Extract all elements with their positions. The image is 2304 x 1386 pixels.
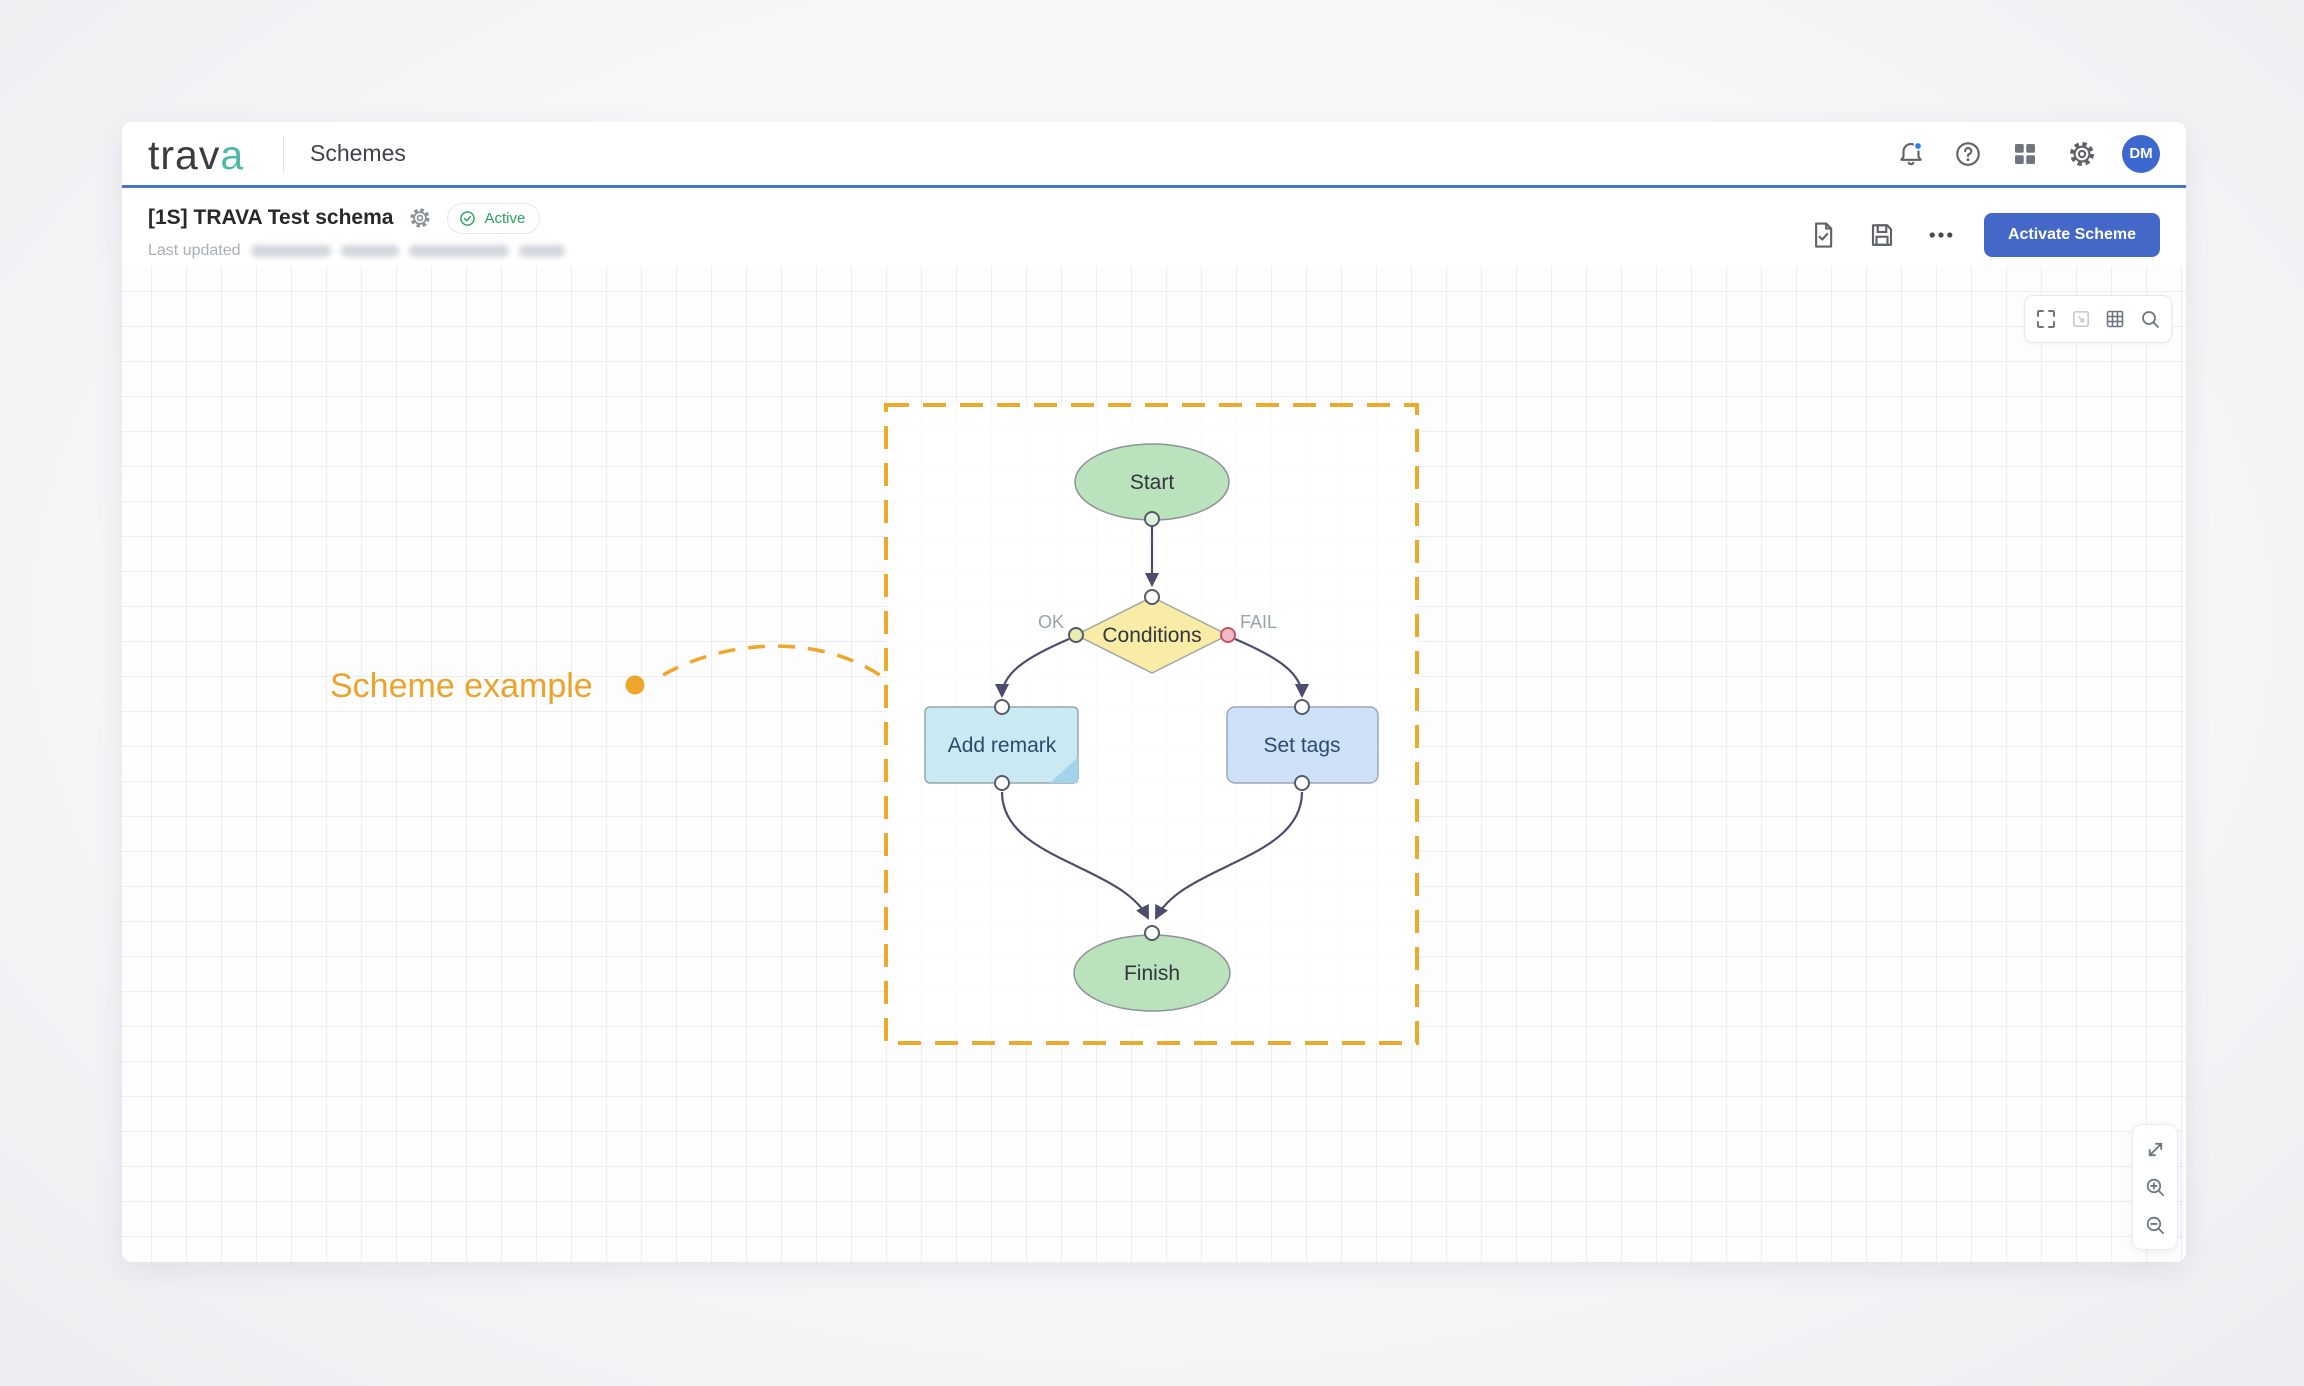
node-finish-label: Finish xyxy=(1124,962,1180,985)
fit-view-icon xyxy=(2069,307,2093,331)
apps-button[interactable] xyxy=(2008,137,2042,171)
settings-button[interactable] xyxy=(2065,137,2099,171)
more-options-button[interactable] xyxy=(1925,219,1957,251)
canvas-toolbar xyxy=(2024,295,2172,343)
fit-view-button[interactable] xyxy=(2068,306,2094,332)
zoom-in-icon xyxy=(2143,1175,2168,1200)
node-start-label: Start xyxy=(1130,471,1175,494)
search-button[interactable] xyxy=(2137,306,2163,332)
expand-button[interactable] xyxy=(2141,1135,2169,1163)
toggle-grid-button[interactable] xyxy=(2102,306,2128,332)
edge-label-fail: FAIL xyxy=(1240,612,1277,632)
port-add-remark-bottom[interactable] xyxy=(995,776,1009,790)
scheme-header: [1S] TRAVA Test schema Active xyxy=(122,188,2186,266)
last-updated-label: Last updated xyxy=(148,242,241,260)
activate-scheme-button[interactable]: Activate Scheme xyxy=(1984,213,2160,257)
notifications-button[interactable] xyxy=(1894,137,1928,171)
help-icon xyxy=(1953,139,1983,169)
gear-icon xyxy=(408,206,432,230)
redacted-username xyxy=(409,245,509,257)
redacted-timestamp xyxy=(251,245,331,257)
node-set-tags-label: Set tags xyxy=(1263,734,1340,757)
zoom-in-button[interactable] xyxy=(2141,1173,2169,1201)
trava-logo[interactable]: trava xyxy=(148,132,244,179)
bell-icon xyxy=(1896,139,1926,169)
scheme-info: [1S] TRAVA Test schema Active xyxy=(148,202,565,260)
apps-grid-icon xyxy=(2010,139,2040,169)
save-icon xyxy=(1867,220,1897,250)
edge-label-ok: OK xyxy=(1038,612,1064,632)
node-set-tags[interactable]: Set tags xyxy=(1227,707,1378,783)
logo-accent-letter: a xyxy=(220,132,244,178)
check-circle-icon xyxy=(458,209,477,228)
help-button[interactable] xyxy=(1951,137,1985,171)
zoom-panel xyxy=(2132,1124,2178,1250)
expand-icon xyxy=(2143,1137,2168,1162)
status-badge-label: Active xyxy=(484,210,525,227)
node-start[interactable]: Start xyxy=(1075,444,1229,520)
node-conditions-label: Conditions xyxy=(1102,624,1201,647)
fullscreen-button[interactable] xyxy=(2033,306,2059,332)
status-badge: Active xyxy=(447,203,540,234)
port-conditions-ok[interactable] xyxy=(1069,628,1083,642)
port-start-bottom[interactable] xyxy=(1145,512,1159,526)
document-check-icon xyxy=(1808,220,1838,250)
port-conditions-fail[interactable] xyxy=(1221,628,1235,642)
scheme-canvas[interactable]: Start Conditions OK FAIL Add remark Set … xyxy=(122,266,2186,1262)
scheme-actions: Activate Scheme xyxy=(1807,213,2160,257)
last-updated-row: Last updated xyxy=(148,242,565,260)
top-bar: trava Schemes xyxy=(122,122,2186,188)
page-title: Schemes xyxy=(310,140,406,167)
scheme-settings-button[interactable] xyxy=(407,205,433,231)
flowchart: Start Conditions OK FAIL Add remark Set … xyxy=(122,266,2186,1262)
port-set-tags-top[interactable] xyxy=(1295,700,1309,714)
validate-scheme-button[interactable] xyxy=(1807,219,1839,251)
annotation-text: Scheme example xyxy=(330,667,593,705)
notification-dot xyxy=(1914,142,1922,150)
divider xyxy=(283,136,284,174)
annotation-dot xyxy=(626,676,645,695)
topbar-actions: DM xyxy=(1894,122,2160,185)
annotation-scheme-example: Scheme example xyxy=(330,646,884,705)
port-conditions-top[interactable] xyxy=(1145,590,1159,604)
user-avatar[interactable]: DM xyxy=(2122,135,2160,173)
fullscreen-icon xyxy=(2034,307,2058,331)
port-set-tags-bottom[interactable] xyxy=(1295,776,1309,790)
node-add-remark-label: Add remark xyxy=(948,734,1057,757)
logo-text: trav xyxy=(148,132,220,178)
app-window: trava Schemes xyxy=(122,122,2186,1262)
node-add-remark[interactable]: Add remark xyxy=(925,707,1078,783)
ellipsis-icon xyxy=(1926,220,1956,250)
port-add-remark-top[interactable] xyxy=(995,700,1009,714)
zoom-out-button[interactable] xyxy=(2141,1211,2169,1239)
redacted-text xyxy=(341,245,399,257)
search-icon xyxy=(2138,307,2162,331)
gear-icon xyxy=(2067,139,2097,169)
port-finish-top[interactable] xyxy=(1145,926,1159,940)
annotation-dashed-curve xyxy=(663,646,884,678)
zoom-out-icon xyxy=(2143,1213,2168,1238)
node-finish[interactable]: Finish xyxy=(1074,935,1230,1011)
save-scheme-button[interactable] xyxy=(1866,219,1898,251)
grid-icon xyxy=(2103,307,2127,331)
redacted-text xyxy=(519,245,565,257)
scheme-title: [1S] TRAVA Test schema xyxy=(148,206,393,230)
